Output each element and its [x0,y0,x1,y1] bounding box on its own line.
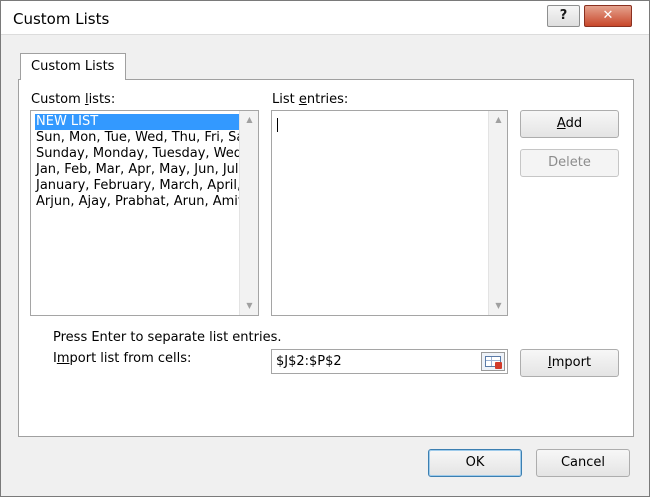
range-selector-arrow-icon [495,362,502,369]
import-range-input[interactable] [276,353,476,370]
list-item-new-list[interactable]: NEW LIST [35,114,239,130]
add-button[interactable]: Add [520,110,619,138]
list-entries-label-suffix: ntries: [306,92,349,107]
import-button-rest: mport [551,355,592,370]
custom-lists-label-suffix: ists: [88,92,116,107]
down-arrow-icon[interactable]: ▼ [240,297,258,315]
import-button[interactable]: Import [520,349,619,377]
cancel-button[interactable]: Cancel [536,449,630,477]
delete-button[interactable]: Delete [520,149,619,177]
text-caret [277,118,278,132]
tab-label: Custom Lists [31,59,115,74]
list-item[interactable]: Sun, Mon, Tue, Wed, Thu, Fri, Sat [35,130,239,146]
custom-lists-label: Custom lists: [31,92,115,107]
import-label-suffix: port list from cells: [69,351,192,366]
up-arrow-icon[interactable]: ▲ [489,111,508,129]
custom-lists-scrollbar[interactable]: ▲ ▼ [239,111,258,315]
import-label-hotkey: m [56,351,70,366]
range-selector-button[interactable] [481,352,505,371]
list-item[interactable]: Sunday, Monday, Tuesday, Wednesday, Thur… [35,146,239,162]
add-button-hotkey: A [556,116,566,131]
list-entries-label: List entries: [272,92,348,107]
list-entries-textarea[interactable]: ▲ ▼ [271,110,508,316]
list-entries-scrollbar[interactable]: ▲ ▼ [488,111,507,315]
ok-button[interactable]: OK [428,449,522,477]
custom-lists-label-prefix: Custom [31,92,85,107]
close-button[interactable]: ✕ [584,5,632,27]
custom-lists-listbox[interactable]: NEW LIST Sun, Mon, Tue, Wed, Thu, Fri, S… [30,110,259,316]
list-item[interactable]: Jan, Feb, Mar, Apr, May, Jun, Jul, Aug, … [35,162,239,178]
add-button-rest: dd [565,116,583,131]
list-entries-label-prefix: List [272,92,299,107]
import-range-field[interactable] [271,349,508,374]
tab-custom-lists[interactable]: Custom Lists [20,53,126,80]
help-button[interactable]: ? [547,5,580,27]
custom-lists-dialog: Custom Lists ? ✕ Custom Lists Custom lis… [0,0,650,497]
import-cells-label: Import list from cells: [53,351,191,366]
down-arrow-icon[interactable]: ▼ [489,297,508,315]
title-bar[interactable]: Custom Lists ? ✕ [1,1,649,35]
window-title: Custom Lists [13,10,110,28]
list-item[interactable]: January, February, March, April, May, Ju… [35,178,239,194]
separator-hint: Press Enter to separate list entries. [53,330,282,345]
list-item[interactable]: Arjun, Ajay, Prabhat, Arun, Amit [35,194,239,210]
up-arrow-icon[interactable]: ▲ [240,111,258,129]
list-entries-label-hotkey: e [298,92,307,107]
